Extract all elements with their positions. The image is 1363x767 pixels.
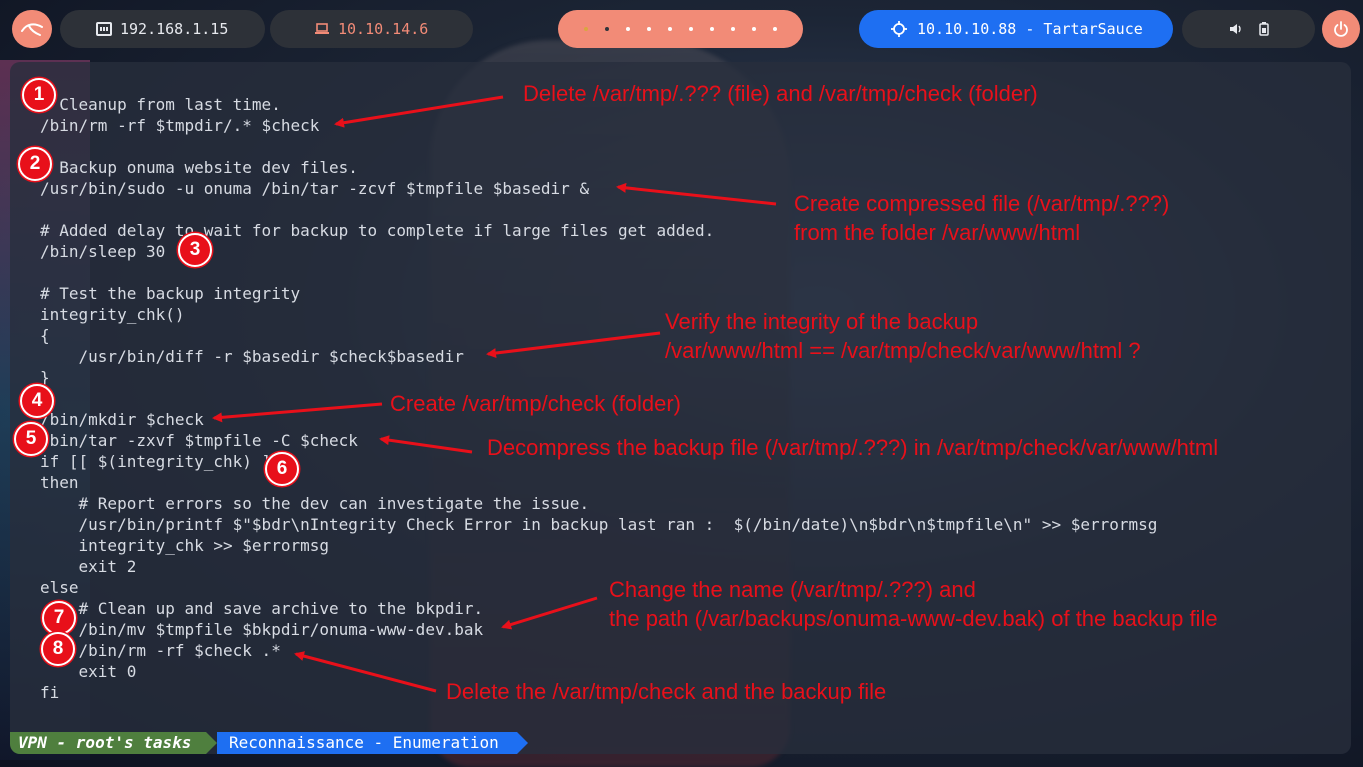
step-badge-5: 5 xyxy=(14,422,48,456)
local-ip-widget[interactable]: 192.168.1.15 xyxy=(60,10,265,48)
power-button[interactable] xyxy=(1322,10,1360,48)
note-delete-check: Delete the /var/tmp/check and the backup… xyxy=(446,679,887,704)
note-compress-line1: Create compressed file (/var/tmp/.???) xyxy=(794,191,1170,216)
note-verify-line1: Verify the integrity of the backup xyxy=(665,309,979,334)
note-delete-files: Delete /var/tmp/.??? (file) and /var/tmp… xyxy=(523,81,1038,106)
system-tray[interactable] xyxy=(1182,10,1315,48)
workspace-dot[interactable] xyxy=(647,27,651,31)
workspace-dot[interactable] xyxy=(773,27,777,31)
power-icon xyxy=(1334,21,1348,37)
step-badge-6: 6 xyxy=(265,452,299,486)
vpn-ip-widget[interactable]: 10.10.14.6 xyxy=(270,10,473,48)
kali-dragon-icon xyxy=(21,23,43,36)
step-badge-3: 3 xyxy=(178,233,212,267)
crosshair-icon xyxy=(891,21,907,37)
note-create-check: Create /var/tmp/check (folder) xyxy=(390,391,681,416)
step-badge-7: 7 xyxy=(42,601,76,635)
window-name[interactable]: Reconnaissance - Enumeration xyxy=(217,732,517,754)
code-line: /bin/rm -rf $check .* xyxy=(40,641,281,660)
code-line: } xyxy=(40,368,50,387)
step-badge-8: 8 xyxy=(41,632,75,666)
code-line: # Test the backup integrity xyxy=(40,284,301,303)
tmux-status-bar: VPN - root's tasks Reconnaissance - Enum… xyxy=(10,732,1351,754)
local-ip-text: 192.168.1.15 xyxy=(120,20,229,38)
workspace-switcher[interactable] xyxy=(558,10,803,48)
workspace-dot[interactable] xyxy=(710,27,714,31)
status-separator xyxy=(206,732,217,754)
target-text: 10.10.10.88 - TartarSauce xyxy=(917,20,1143,38)
note-rename-line2: the path (/var/backups/onuma-www-dev.bak… xyxy=(609,606,1218,631)
step-badge-1: 1 xyxy=(22,78,56,112)
code-line: # Report errors so the dev can investiga… xyxy=(40,494,590,513)
workspace-dot[interactable] xyxy=(584,27,588,31)
vpn-ip-text: 10.10.14.6 xyxy=(338,20,429,38)
code-line: # Backup onuma website dev files. xyxy=(40,158,358,177)
code-line: /bin/rm -rf $tmpdir/.* $check xyxy=(40,116,320,135)
step-badge-2: 2 xyxy=(18,147,52,181)
code-line: integrity_chk >> $errormsg xyxy=(40,536,329,555)
note-decompress: Decompress the backup file (/var/tmp/.??… xyxy=(487,435,1219,460)
note-rename-line1: Change the name (/var/tmp/.???) and xyxy=(609,577,976,602)
ethernet-icon xyxy=(96,22,112,36)
workspace-dot[interactable] xyxy=(626,27,630,31)
target-widget[interactable]: 10.10.10.88 - TartarSauce xyxy=(859,10,1173,48)
workspace-dot[interactable] xyxy=(752,27,756,31)
workspace-dot[interactable] xyxy=(731,27,735,31)
session-name[interactable]: VPN - root's tasks xyxy=(10,732,206,754)
status-separator xyxy=(517,732,528,754)
workspace-dot[interactable] xyxy=(668,27,672,31)
workspace-dot[interactable] xyxy=(689,27,693,31)
code-line: then xyxy=(40,473,79,492)
code-line: else xyxy=(40,578,79,597)
note-compress-line2: from the folder /var/www/html xyxy=(794,220,1081,245)
code-line: integrity_chk() xyxy=(40,305,185,324)
battery-icon[interactable] xyxy=(1258,22,1269,36)
menu-button[interactable] xyxy=(12,10,52,48)
code-line: exit 2 xyxy=(40,557,137,576)
laptop-icon xyxy=(315,23,329,34)
speaker-icon[interactable] xyxy=(1229,23,1243,35)
step-badge-4: 4 xyxy=(20,384,54,418)
note-verify-line2: /var/www/html == /var/tmp/check/var/www/… xyxy=(665,338,1141,363)
workspace-dot[interactable] xyxy=(605,27,609,31)
top-panel: 192.168.1.15 10.10.14.6 10.10.10.88 - Ta… xyxy=(0,0,1363,58)
code-line: /usr/bin/printf $"$bdr\nIntegrity Check … xyxy=(40,515,1158,534)
